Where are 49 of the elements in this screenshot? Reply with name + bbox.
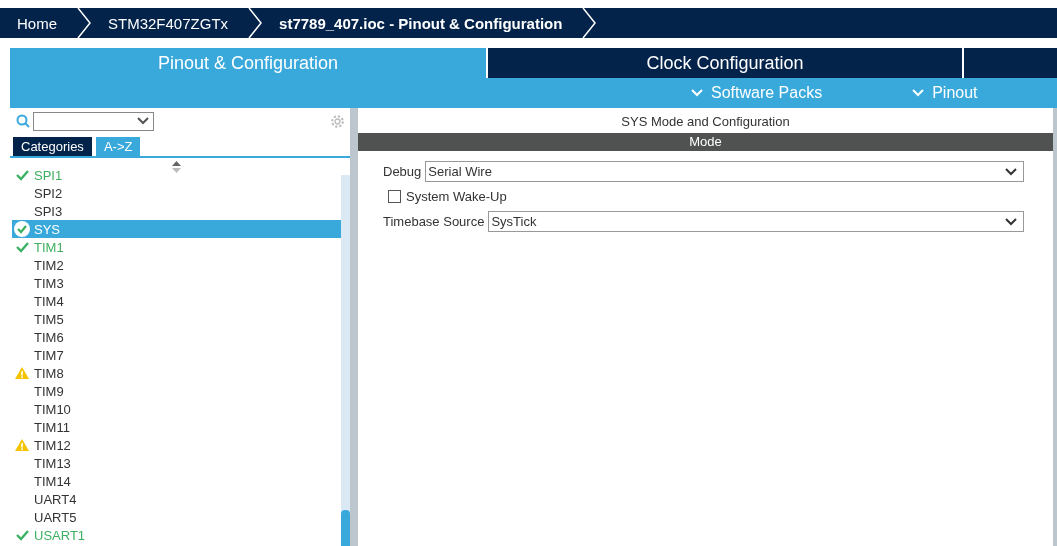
view-tab[interactable]: Categories (13, 137, 92, 156)
warning-icon (15, 439, 29, 451)
check-icon (15, 241, 29, 253)
list-item[interactable]: TIM6 (12, 328, 341, 346)
search-field[interactable] (33, 111, 154, 131)
warning-icon (15, 367, 29, 379)
check-icon (15, 169, 29, 181)
panel-title: SYS Mode and Configuration (620, 113, 791, 131)
list-item[interactable]: TIM12 (12, 436, 341, 454)
list-item[interactable]: UART4 (12, 490, 341, 508)
chevron-down-icon (1005, 167, 1017, 176)
list-item[interactable]: SPI3 (12, 202, 341, 220)
breadcrumb[interactable]: Home (0, 8, 77, 38)
chevron-down-icon (1005, 217, 1017, 226)
list-item[interactable]: TIM14 (12, 472, 341, 490)
list-item[interactable]: TIM8 (12, 364, 341, 382)
list-item[interactable]: SPI2 (12, 184, 341, 202)
section-header: Mode (358, 133, 1053, 151)
list-item[interactable]: TIM2 (12, 256, 341, 274)
chevron-down-icon (137, 117, 149, 125)
dropdown-field[interactable]: SysTick (488, 211, 1024, 232)
check-circle-icon (14, 221, 30, 237)
breadcrumb[interactable]: STM32F407ZGTx (91, 8, 249, 38)
breadcrumb-separator-icon (582, 8, 597, 38)
chevron-down-icon (912, 89, 925, 97)
breadcrumb-separator-icon (248, 8, 263, 38)
settings-icon[interactable] (329, 112, 346, 130)
list-item[interactable]: TIM11 (12, 418, 341, 436)
checkbox-label: System Wake-Up (406, 189, 507, 204)
list-item[interactable]: TIM7 (12, 346, 341, 364)
list-item[interactable]: TIM3 (12, 274, 341, 292)
breadcrumb[interactable]: st7789_407.ioc - Pinout & Configuration (262, 8, 583, 38)
list-item[interactable]: TIM5 (12, 310, 341, 328)
list-item[interactable]: TIM13 (12, 454, 341, 472)
checkbox[interactable] (388, 190, 401, 203)
field-label: Debug (383, 164, 422, 179)
scrollbar-thumb[interactable] (341, 510, 350, 546)
tab[interactable]: Clock Configuration (488, 48, 962, 78)
list-item[interactable]: TIM9 (12, 382, 341, 400)
search-icon (16, 114, 30, 128)
breadcrumb-separator-icon (77, 8, 91, 38)
list-item[interactable]: TIM10 (12, 400, 341, 418)
list-item[interactable]: UART5 (12, 508, 341, 526)
list-item[interactable]: TIM4 (12, 292, 341, 310)
check-icon (15, 529, 29, 541)
dropdown-field[interactable]: Serial Wire (425, 161, 1024, 182)
sort-icon[interactable] (172, 161, 181, 173)
field-label: Timebase Source (383, 214, 485, 229)
chevron-down-icon (691, 89, 703, 97)
